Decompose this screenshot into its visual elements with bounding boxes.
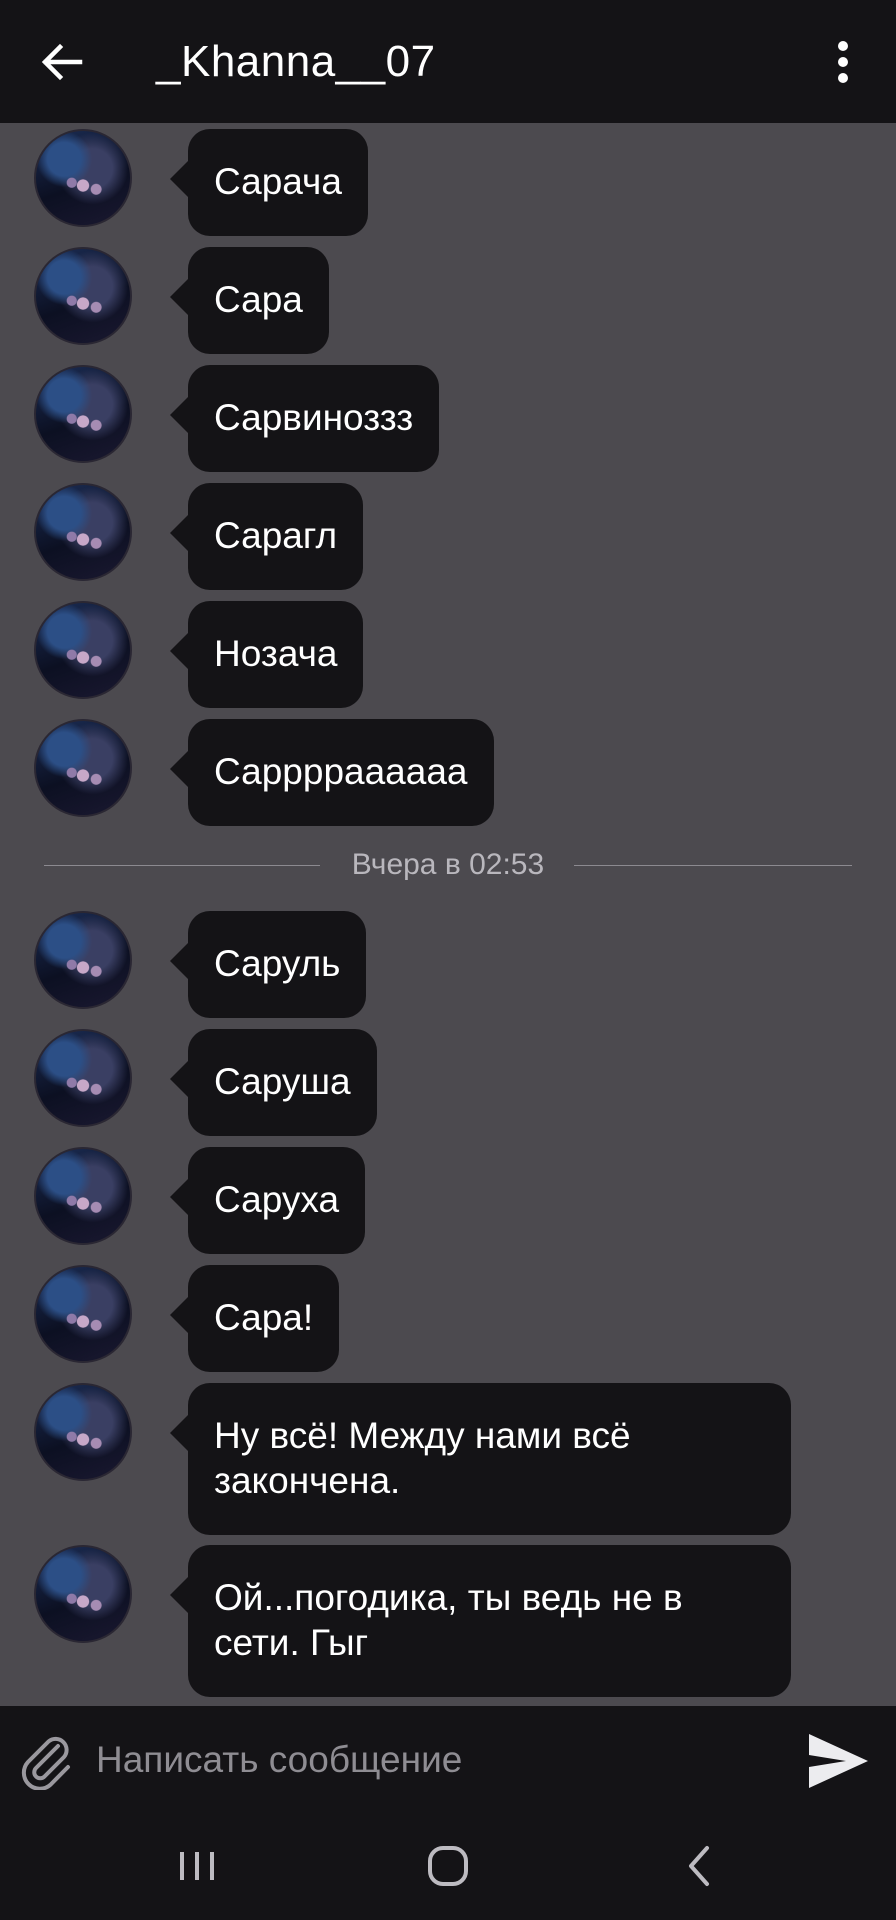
avatar[interactable]: [34, 1147, 132, 1245]
avatar[interactable]: [34, 365, 132, 463]
message-bubble[interactable]: Саруха: [169, 1147, 366, 1254]
avatar[interactable]: [34, 1029, 132, 1127]
avatar[interactable]: [34, 247, 132, 345]
message-list[interactable]: Сарача Сара Сарвиноззз Сарагл Нозача Сар…: [0, 123, 896, 1706]
avatar[interactable]: [34, 911, 132, 1009]
avatar[interactable]: [34, 1545, 132, 1643]
message-input[interactable]: [96, 1728, 776, 1792]
divider-line: [574, 865, 852, 866]
recent-apps-icon: [180, 1852, 214, 1880]
message-bubble[interactable]: Ой...погодика, ты ведь не в сети. Гыг: [170, 1545, 791, 1697]
paperclip-icon: [21, 1736, 70, 1791]
message-bubble[interactable]: Сарача: [170, 129, 368, 236]
message-bubble[interactable]: Сарвиноззз: [169, 365, 440, 472]
message-bubble[interactable]: Ну всё! Между нами всё закончена.: [170, 1383, 791, 1535]
avatar[interactable]: [34, 129, 132, 227]
system-back-button[interactable]: [664, 1834, 734, 1898]
attach-button[interactable]: [18, 1732, 76, 1791]
system-navigation-bar: [0, 1812, 896, 1920]
message-bubble[interactable]: Саруша: [170, 1029, 377, 1136]
avatar[interactable]: [34, 483, 132, 581]
message-bubble[interactable]: Сарагл: [169, 483, 364, 590]
message-bubble[interactable]: Саруль: [169, 911, 367, 1018]
message-bubble[interactable]: Нозача: [169, 601, 364, 708]
message-bubble[interactable]: Сара: [170, 247, 329, 354]
avatar[interactable]: [34, 601, 132, 699]
avatar[interactable]: [34, 719, 132, 817]
message-composer: [0, 1706, 896, 1812]
message-bubble[interactable]: Сарррраааааа: [170, 719, 494, 826]
chat-title[interactable]: _Khanna__07: [156, 36, 436, 88]
home-button[interactable]: [413, 1834, 483, 1898]
app-header: _Khanna__07: [0, 0, 896, 123]
back-chevron-icon: [689, 1846, 709, 1886]
chat-screen: _Khanna__07 Сарача Сара Сарвиноззз Сараг…: [0, 0, 896, 1920]
home-icon: [428, 1846, 468, 1886]
more-options-button[interactable]: [820, 38, 866, 86]
more-vertical-icon: [838, 41, 848, 83]
recent-apps-button[interactable]: [162, 1834, 232, 1898]
back-button[interactable]: [36, 36, 88, 88]
avatar[interactable]: [34, 1265, 132, 1363]
arrow-left-icon: [41, 43, 83, 81]
message-bubble[interactable]: Сара!: [169, 1265, 340, 1372]
send-icon: [809, 1734, 868, 1788]
avatar[interactable]: [34, 1383, 132, 1481]
date-divider: Вчера в 02:53: [44, 845, 852, 885]
send-button[interactable]: [806, 1730, 870, 1792]
